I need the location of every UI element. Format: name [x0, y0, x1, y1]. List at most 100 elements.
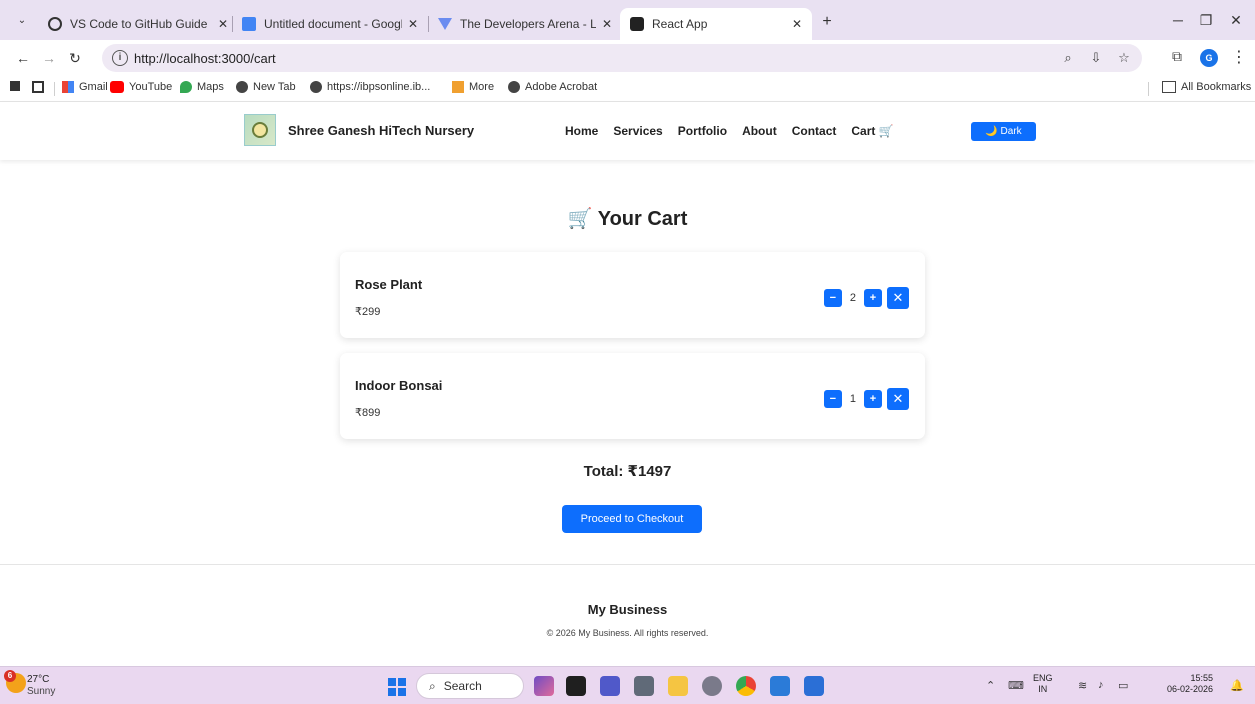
nav-home[interactable]: Home [565, 124, 598, 138]
battery-icon[interactable]: ▭ [1118, 679, 1128, 692]
site-info-icon[interactable]: i [112, 50, 128, 66]
all-bookmarks[interactable]: All Bookmarks [1162, 81, 1251, 93]
bookmark-divider [1148, 82, 1149, 96]
back-icon[interactable]: ← [14, 49, 32, 67]
system-clock[interactable]: 15:55 06-02-2026 [1167, 673, 1213, 695]
globe-icon [508, 81, 520, 93]
bookmark-more[interactable]: More [452, 81, 494, 93]
weather-badge: 6 [4, 670, 16, 682]
restore-icon[interactable]: ❐ [1196, 12, 1216, 29]
remove-item-button[interactable]: ✕ [887, 287, 909, 309]
decrease-quantity-button[interactable]: − [823, 390, 842, 408]
dark-mode-button[interactable]: 🌙 Dark [971, 122, 1036, 141]
bookmark-maps[interactable]: Maps [180, 81, 224, 93]
task-view-icon[interactable] [566, 676, 586, 696]
window-close-icon[interactable]: ✕ [1226, 12, 1246, 29]
bookmarks-bar: Gmail YouTube Maps New Tab https://ibpso… [0, 76, 1255, 102]
bookmark-gmail[interactable]: Gmail [62, 81, 108, 93]
url-text[interactable]: http://localhost:3000/cart [134, 51, 276, 66]
brand-name[interactable]: Shree Ganesh HiTech Nursery [288, 123, 474, 138]
search-icon: ⌕ [429, 678, 436, 693]
extensions-icon[interactable]: ⧉ [1172, 48, 1182, 65]
taskbar-search[interactable]: ⌕ Search [416, 673, 524, 699]
tab-google-doc[interactable]: Untitled document - Google Do ✕ [232, 8, 428, 40]
copilot-app-icon[interactable] [534, 676, 554, 696]
chrome-icon[interactable] [736, 676, 756, 696]
folder-icon [1162, 81, 1176, 93]
nav-cart[interactable]: Cart 🛒 [851, 124, 893, 138]
close-icon[interactable]: ✕ [408, 17, 418, 31]
taskbar-search-label: Search [443, 679, 482, 693]
file-explorer-icon[interactable] [668, 676, 688, 696]
weather-temperature[interactable]: 27°C [27, 674, 49, 685]
youtube-icon [110, 81, 124, 93]
increase-quantity-button[interactable]: + [864, 289, 882, 307]
close-icon[interactable]: ✕ [218, 17, 228, 31]
windows-taskbar: 6 27°C Sunny ⌕ Search ⌃ ⌨ ENG IN ≋ ♪ ▭ 1… [0, 666, 1255, 704]
google-docs-icon [242, 17, 256, 31]
tab-vscode-guide[interactable]: VS Code to GitHub Guide ✕ [38, 8, 238, 40]
profile-avatar[interactable]: G [1200, 49, 1218, 67]
vscode-icon[interactable] [770, 676, 790, 696]
tray-chevron-up-icon[interactable]: ⌃ [986, 679, 995, 692]
settings-gear-icon[interactable] [702, 676, 722, 696]
bookmark-youtube[interactable]: YouTube [110, 81, 172, 93]
page-title: 🛒 Your Cart [567, 208, 688, 230]
minimize-icon[interactable]: ─ [1168, 12, 1188, 28]
nav-portfolio[interactable]: Portfolio [678, 124, 727, 138]
bookmark-star-icon[interactable]: ☆ [1116, 50, 1132, 66]
notification-bell-icon[interactable]: 🔔 [1230, 679, 1244, 692]
remove-item-button[interactable]: ✕ [887, 388, 909, 410]
close-icon[interactable]: ✕ [792, 17, 802, 31]
weather-condition: Sunny [27, 686, 56, 697]
tab-label: The Developers Arena - Launch [460, 17, 596, 31]
reload-icon[interactable]: ↻ [66, 49, 84, 67]
menu-kebab-icon[interactable]: ⋮ [1231, 47, 1247, 67]
bookmark-adobe-acrobat[interactable]: Adobe Acrobat [508, 81, 597, 93]
new-tab-icon[interactable]: + [818, 13, 836, 31]
word-icon[interactable] [804, 676, 824, 696]
decrease-quantity-button[interactable]: − [823, 289, 842, 307]
increase-quantity-button[interactable]: + [864, 390, 882, 408]
item-price: ₹299 [355, 306, 381, 318]
more-folder-icon [452, 81, 464, 93]
windows-start-icon[interactable] [388, 678, 406, 696]
item-quantity: 1 [849, 393, 856, 405]
browser-tab-strip: ⌄ VS Code to GitHub Guide ✕ Untitled doc… [0, 0, 1255, 40]
sidebar-toggle-icon[interactable] [10, 81, 25, 91]
nav-contact[interactable]: Contact [792, 124, 837, 138]
nav-services[interactable]: Services [613, 124, 662, 138]
main-nav: Home Services Portfolio About Contact Ca… [565, 124, 894, 138]
tab-label: React App [652, 17, 708, 31]
wifi-icon[interactable]: ≋ [1078, 679, 1087, 692]
apps-grid-icon[interactable] [32, 81, 49, 93]
tab-developers-arena[interactable]: The Developers Arena - Launch ✕ [428, 8, 622, 40]
bookmark-ibps[interactable]: https://ibpsonline.ib... [310, 81, 430, 93]
footer-copyright: © 2026 My Business. All rights reserved. [546, 628, 709, 638]
volume-icon[interactable]: ♪ [1098, 679, 1104, 691]
input-language[interactable]: ENG IN [1033, 673, 1053, 695]
teams-icon[interactable] [600, 676, 620, 696]
openai-favicon-icon [48, 17, 62, 31]
globe-icon [310, 81, 322, 93]
bookmark-divider [54, 82, 55, 96]
tab-search-dropdown-icon[interactable]: ⌄ [12, 13, 32, 29]
zoom-icon[interactable]: ⌕ [1060, 50, 1076, 66]
address-bar[interactable]: i http://localhost:3000/cart ⌕ ⇩ ☆ [102, 44, 1142, 72]
item-price: ₹899 [355, 407, 381, 419]
nav-about[interactable]: About [742, 124, 777, 138]
install-app-icon[interactable]: ⇩ [1088, 50, 1104, 66]
keyboard-icon[interactable]: ⌨ [1008, 679, 1024, 692]
forward-icon[interactable]: → [40, 49, 58, 67]
vercel-triangle-icon [438, 18, 452, 30]
react-favicon-icon [630, 17, 644, 31]
nursery-logo[interactable] [244, 114, 276, 146]
tab-react-app[interactable]: React App ✕ [620, 8, 812, 40]
globe-icon [236, 81, 248, 93]
cart-item: Indoor Bonsai ₹899 − 1 + ✕ [340, 353, 925, 439]
site-footer: My Business © 2026 My Business. All righ… [0, 564, 1255, 658]
camera-icon[interactable] [634, 676, 654, 696]
bookmark-new-tab[interactable]: New Tab [236, 81, 296, 93]
close-icon[interactable]: ✕ [602, 17, 612, 31]
checkout-button[interactable]: Proceed to Checkout [562, 505, 702, 533]
